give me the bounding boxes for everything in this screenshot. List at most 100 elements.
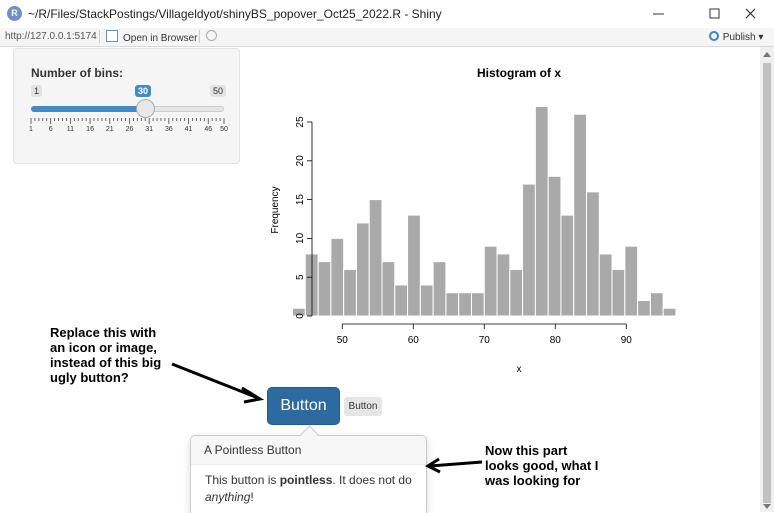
scrollbar-thumb[interactable]	[763, 63, 771, 503]
slider-tick-label: 31	[145, 126, 153, 133]
histogram-bar	[407, 214, 421, 317]
x-tick-label: 50	[337, 335, 349, 346]
window-title: ~/R/Files/StackPostings/Villageldyot/shi…	[28, 7, 442, 21]
histogram-bar	[560, 214, 575, 317]
slider-tick-label: 46	[204, 126, 212, 133]
maximize-icon	[709, 8, 720, 19]
annotation-left-line: instead of this big	[50, 355, 162, 370]
y-tick-label: 5	[295, 274, 306, 280]
annotation-left-line: Replace this with	[50, 325, 157, 340]
histogram-bar	[394, 284, 409, 317]
histogram-bar	[649, 292, 664, 317]
slider-tick-label: 6	[49, 126, 53, 133]
scroll-down-icon[interactable]	[763, 504, 771, 509]
y-tick-label: 0	[295, 313, 306, 319]
histogram-bar	[522, 183, 536, 317]
bars-group	[292, 105, 677, 317]
minimize-icon	[653, 13, 664, 15]
histogram-bar	[585, 191, 600, 317]
slider-tick-label: 11	[67, 126, 74, 133]
popover-text: !	[250, 490, 254, 504]
slider-tick-label: 21	[106, 126, 114, 133]
annotation-left: Replace this with an icon or image, instea…	[50, 325, 161, 385]
slider-tick-label: 36	[165, 126, 173, 133]
histogram-bar	[598, 253, 613, 317]
histogram-bar	[624, 245, 639, 317]
histogram-chart: Histogram of x Frequency x 50 60 70 80 90 0 5 1…	[270, 66, 677, 375]
histogram-bar	[368, 199, 383, 317]
histogram-bar	[330, 237, 345, 317]
small-button[interactable]: Button	[344, 397, 382, 416]
y-tick-label: 15	[295, 194, 306, 206]
close-button[interactable]	[728, 0, 774, 28]
toolbar-divider	[199, 30, 200, 43]
title-bar: R ~/R/Files/StackPostings/Villageldyot/s…	[0, 0, 774, 29]
x-tick-label: 80	[550, 335, 562, 346]
annotation-right-line: was looking for	[485, 473, 581, 488]
slider-ticks: 1 6 11 16 21 26 31 36 41 46 50	[29, 118, 228, 133]
slider-tick-label: 26	[126, 126, 134, 133]
histogram-bar	[573, 113, 587, 317]
x-tick-label: 60	[408, 335, 420, 346]
histogram-bar	[381, 261, 396, 317]
open-in-browser-label: Open in Browser	[123, 33, 198, 44]
annotation-right: Now this part looks good, what Iwas looki…	[485, 443, 598, 488]
popover: A Pointless Button This button is pointl…	[190, 425, 427, 513]
sidebar-panel: Number of bins: 1 50 30 1 6 11 16 21 26 31 36 41…	[13, 48, 240, 164]
histogram-bar	[496, 253, 511, 317]
arrow-right-icon	[424, 457, 483, 474]
histogram-bar	[458, 292, 472, 317]
popover-body: This button is pointless. It does not do…	[205, 472, 415, 506]
y-tick-label: 25	[295, 116, 306, 128]
slider-tick-label: 50	[220, 126, 228, 133]
minimize-button[interactable]	[636, 0, 682, 28]
histogram-bar	[534, 105, 549, 317]
y-axis-label: Frequency	[270, 186, 281, 233]
close-icon	[745, 8, 756, 19]
annotation-right-line: looks good, what I	[485, 458, 599, 473]
r-app-icon: R	[7, 6, 22, 21]
popover-text: This button is	[205, 473, 280, 487]
url-display: http://127.0.0.1:5174	[5, 31, 97, 42]
arrow-left-icon	[171, 362, 265, 404]
histogram-bar	[483, 245, 498, 317]
popover-text: . It does not do	[332, 473, 412, 487]
publish-label: Publish	[722, 32, 756, 43]
slider-tick-label: 1	[29, 126, 33, 133]
histogram-bar	[611, 268, 626, 317]
annotation-right-line: Now this part	[485, 443, 568, 458]
chart-title: Histogram of x	[477, 66, 561, 80]
x-axis-label: x	[517, 364, 522, 375]
histogram-bar	[343, 268, 357, 317]
viewer-toolbar: http://127.0.0.1:5174 Open in Browser Pu…	[0, 28, 774, 47]
popover-italic-text: anything	[205, 490, 251, 504]
annotation-left-line: an icon or image,	[50, 340, 157, 355]
x-tick-label: 70	[479, 335, 491, 346]
histogram-bar	[355, 222, 370, 317]
toolbar-divider	[99, 30, 100, 43]
histogram-bar	[419, 284, 434, 317]
y-tick-label: 10	[295, 232, 306, 244]
histogram-bar	[470, 292, 485, 317]
big-button[interactable]: Button	[267, 387, 340, 425]
vertical-scrollbar[interactable]	[760, 47, 774, 512]
x-tick-label: 90	[621, 335, 633, 346]
popover-bold-text: pointless	[279, 473, 333, 487]
histogram-bar	[509, 268, 524, 317]
scroll-up-icon[interactable]	[763, 52, 771, 57]
popover-title: A Pointless Button	[204, 443, 302, 457]
slider-tick-label: 16	[86, 126, 94, 133]
slider-tick-label: 41	[185, 126, 193, 133]
histogram-bar	[445, 292, 460, 317]
refresh-icon[interactable]	[206, 30, 217, 41]
publish-icon	[709, 31, 719, 41]
chevron-down-icon: ▾	[758, 32, 764, 43]
histogram-bar	[637, 299, 651, 317]
browser-window-icon	[106, 30, 118, 42]
publish-button[interactable]: Publish ▾	[708, 31, 763, 43]
open-in-browser-button[interactable]: Open in Browser	[106, 30, 197, 44]
y-tick-label: 20	[295, 155, 306, 167]
annotation-left-line: ugly button?	[50, 370, 129, 385]
histogram-bar	[432, 261, 447, 317]
histogram-bar	[662, 307, 677, 317]
